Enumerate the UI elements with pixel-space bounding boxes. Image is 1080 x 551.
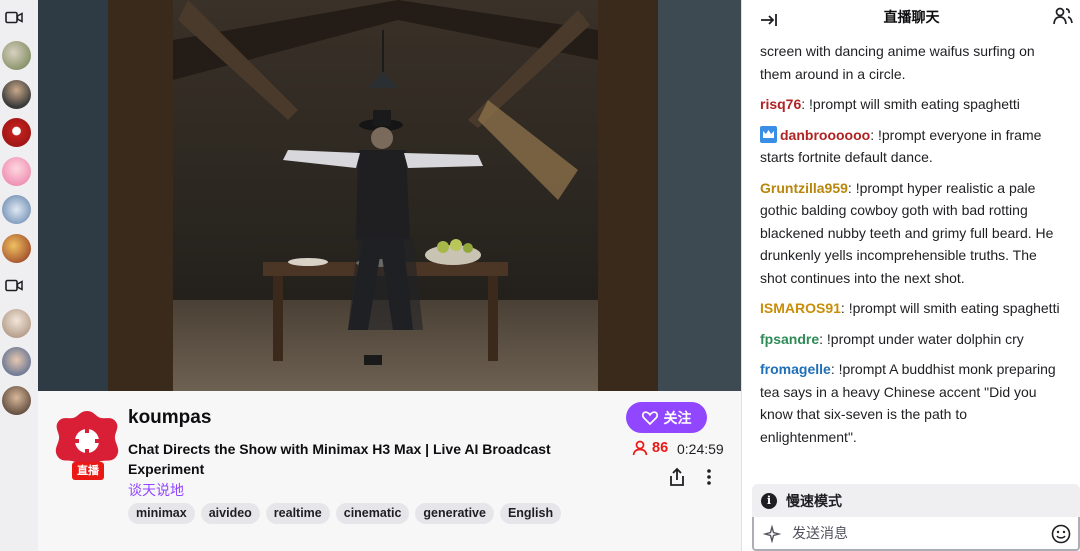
chat-username[interactable]: risq76 [760,96,801,112]
message-text: : !prompt under water dolphin cry [819,330,1024,347]
chat-title: 直播聊天 [883,9,940,25]
chat-username[interactable]: ISMAROS91 [760,300,841,316]
viewer-count: 86 [632,440,668,456]
more-options-icon[interactable] [704,467,714,487]
crown-icon[interactable] [760,125,777,143]
chat-input[interactable] [792,521,1042,545]
chat-username[interactable]: fpsandre [760,331,819,347]
video-frame [38,0,741,391]
share-icon[interactable] [668,467,686,487]
category-link[interactable]: 谈天说地 [128,480,184,500]
channel-avatar[interactable] [2,118,31,147]
slow-mode-notice: i 慢速模式 [752,484,1080,517]
video-camera-icon[interactable] [5,11,23,24]
stream-title: Chat Directs the Show with Minimax H3 Ma… [128,441,551,477]
stream-uptime: 0:24:59 [677,441,724,457]
sparkle-icon[interactable] [763,525,781,543]
message-text: : !prompt will smith eating spaghetti [801,96,1020,112]
tag[interactable]: cinematic [335,503,410,524]
video-player[interactable] [38,0,741,391]
viewer-number: 86 [652,440,669,456]
person-icon [632,440,648,456]
channel-avatar[interactable] [2,80,31,109]
emoji-icon[interactable] [1051,524,1071,544]
video-camera-icon[interactable] [5,279,23,292]
chat-message: Gruntzilla959: !prompt hyper realistic a… [760,177,1066,290]
chat-username[interactable]: danbroooooo [780,127,870,143]
message-text: screen with dancing anime waifus surfing… [760,43,1035,82]
follow-label: 关注 [663,409,692,426]
chat-header: 直播聊天 [742,0,1080,34]
chat-panel: 直播聊天 screen with dancing anime waifus su… [741,0,1080,551]
chat-username[interactable]: fromagelle [760,361,831,377]
channel-avatar[interactable] [2,234,31,263]
chat-message: screen with dancing anime waifus surfing… [760,40,1066,85]
tag[interactable]: generative [415,503,494,524]
channel-avatar[interactable] [2,157,31,186]
info-icon: i [761,492,777,509]
chat-message-list: screen with dancing anime waifus surfing… [760,40,1066,456]
tag-list: minimax aivideo realtime cinematic gener… [128,503,562,524]
chat-input-box[interactable] [752,517,1080,551]
follow-button[interactable]: 关注 [626,402,707,433]
tag[interactable]: aivideo [200,503,260,524]
live-badge: 直播 [72,462,104,480]
heart-icon [641,410,658,425]
channel-avatar[interactable] [2,309,31,338]
stream-info-panel: 直播 koumpas Chat Directs the Show with Mi… [38,391,741,551]
followed-channels-rail [0,0,38,551]
chat-username[interactable]: Gruntzilla959 [760,180,848,196]
community-icon[interactable] [1053,7,1073,25]
channel-avatar[interactable] [2,347,31,376]
chat-message: ISMAROS91: !prompt will smith eating spa… [760,297,1066,320]
chat-message: danbroooooo: !prompt everyone in frame s… [760,124,1066,169]
channel-avatar[interactable] [2,386,31,415]
tag[interactable]: realtime [265,503,330,524]
chat-message: risq76: !prompt will smith eating spaghe… [760,93,1066,116]
slow-mode-label: 慢速模式 [786,492,842,509]
message-text: : !prompt will smith eating spaghetti [840,300,1060,316]
chat-message: fromagelle: !prompt A buddhist monk prep… [760,358,1066,448]
channel-avatar[interactable] [2,41,31,70]
channel-name[interactable]: koumpas [128,407,211,429]
tag[interactable]: minimax [128,503,195,524]
channel-avatar[interactable] [2,195,31,224]
tag[interactable]: English [499,503,562,524]
chat-message: fpsandre: !prompt under water dolphin cr… [760,328,1066,351]
